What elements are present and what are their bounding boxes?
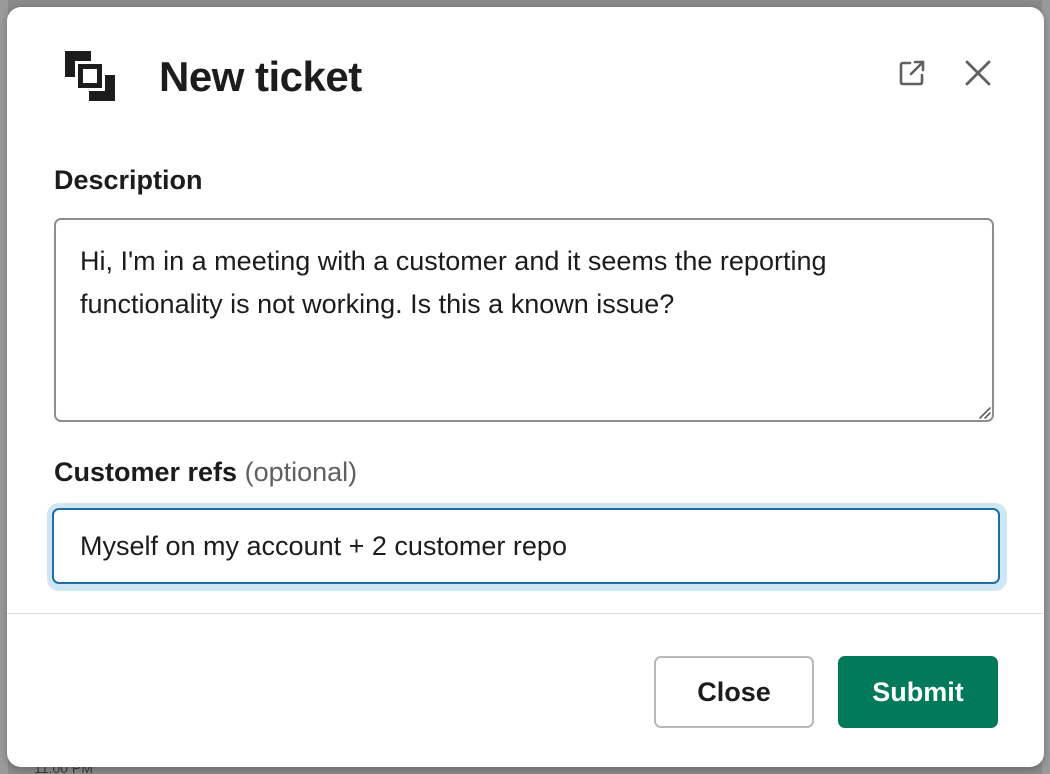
footer-divider [7, 613, 1044, 614]
modal-title: New ticket [159, 53, 362, 100]
modal-header: New ticket [7, 7, 1044, 137]
close-modal-button[interactable] [958, 53, 998, 93]
close-icon [965, 60, 991, 86]
optional-hint: (optional) [244, 457, 358, 487]
new-ticket-modal: New ticket Description Hi, I'm in a meet… [7, 7, 1044, 767]
submit-button[interactable]: Submit [838, 656, 998, 728]
resize-handle-icon[interactable] [977, 405, 991, 419]
description-label: Description [54, 165, 203, 195]
close-button[interactable]: Close [654, 656, 814, 728]
customer-refs-label: Customer refs (optional) [54, 457, 357, 488]
description-textarea[interactable]: Hi, I'm in a meeting with a customer and… [54, 218, 994, 422]
customer-refs-label-text: Customer refs [54, 457, 238, 487]
customer-refs-input[interactable] [52, 508, 1000, 584]
open-in-new-window-button[interactable] [892, 53, 932, 93]
external-link-icon [899, 60, 925, 86]
app-logo-icon [65, 51, 115, 101]
